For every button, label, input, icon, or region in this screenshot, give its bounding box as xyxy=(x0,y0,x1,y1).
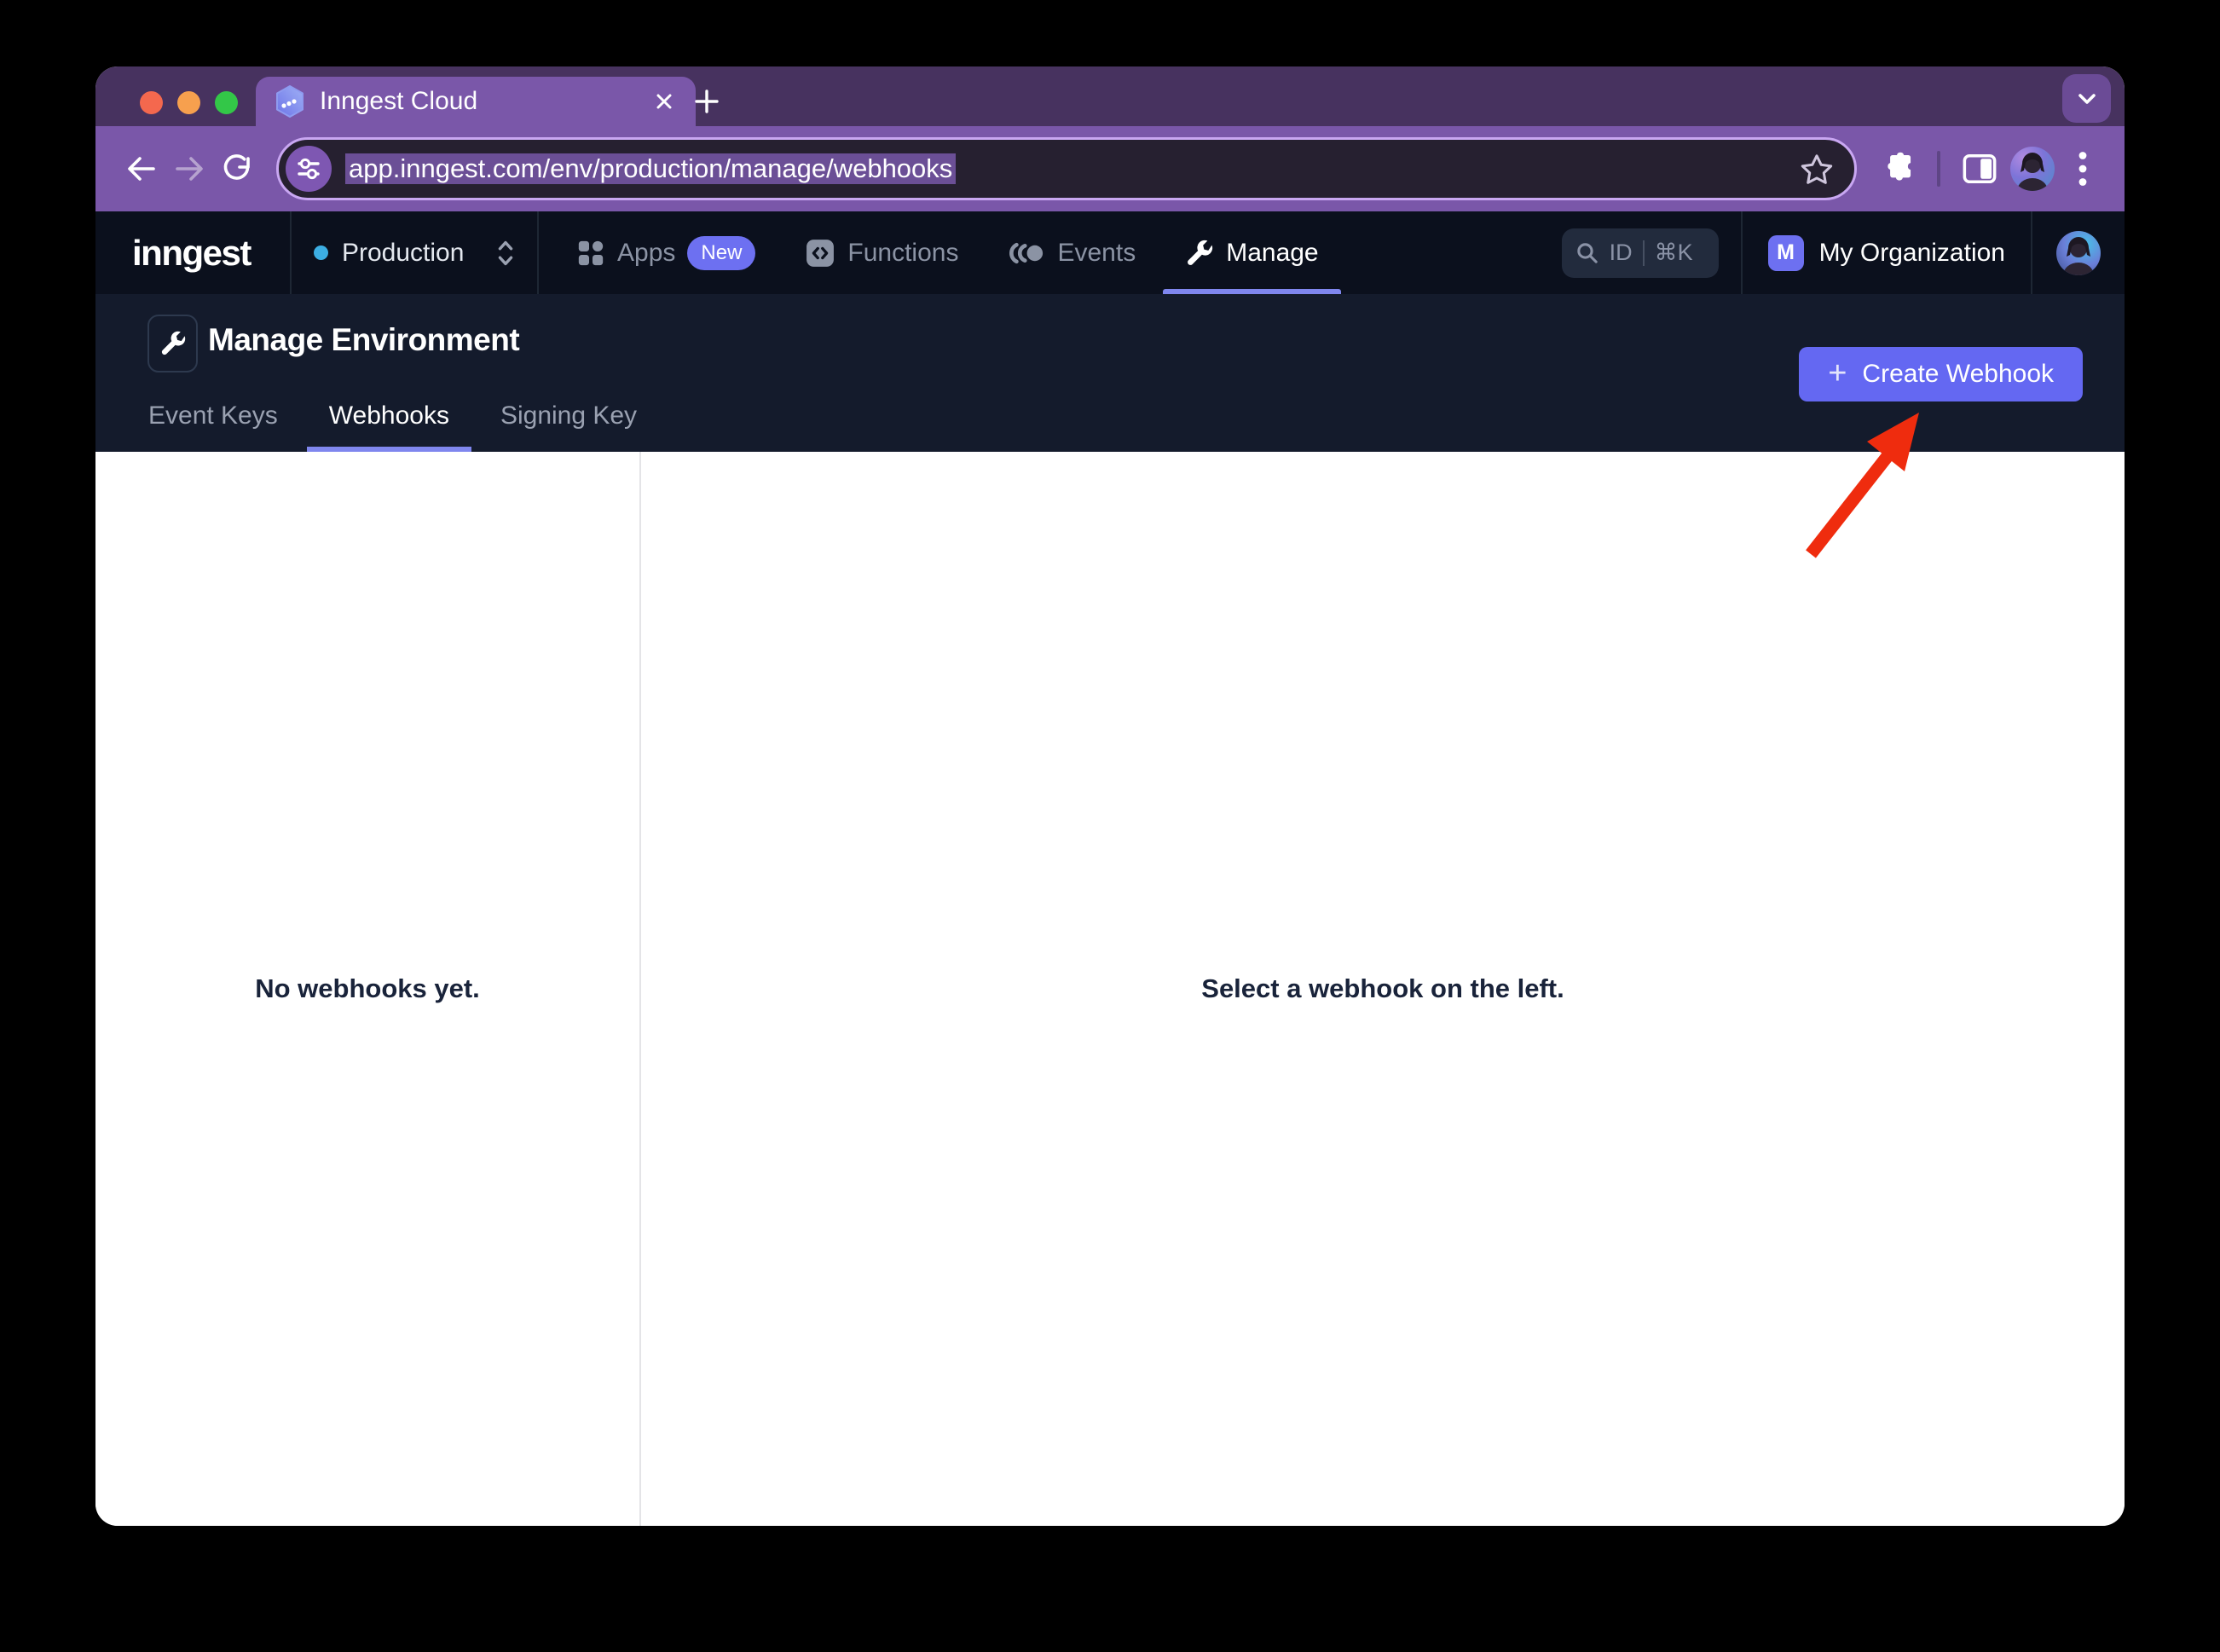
search-divider xyxy=(1643,240,1645,266)
tab-search-chevron-button[interactable] xyxy=(2062,74,2111,123)
browser-profile-avatar[interactable] xyxy=(2010,147,2055,191)
organization-switcher[interactable]: M My Organization xyxy=(1743,211,2031,294)
nav-item-manage[interactable]: Manage xyxy=(1185,211,1318,294)
organization-name: My Organization xyxy=(1819,239,2005,268)
logo-section: inngest xyxy=(95,211,290,294)
browser-tab[interactable]: Inngest Cloud xyxy=(256,77,696,126)
environment-name: Production xyxy=(342,239,483,268)
user-avatar[interactable] xyxy=(2056,231,2101,275)
close-tab-icon[interactable] xyxy=(651,89,677,114)
bookmark-star-icon[interactable] xyxy=(1798,150,1836,188)
back-button[interactable] xyxy=(118,145,165,193)
webhooks-list-panel: No webhooks yet. xyxy=(95,452,641,1526)
url-selected-text: app.inngest.com/env/production/manage/we… xyxy=(345,153,956,184)
webhooks-empty-message: No webhooks yet. xyxy=(255,973,480,1004)
page-title: Manage Environment xyxy=(208,322,519,358)
minimize-window-button[interactable] xyxy=(177,91,200,114)
side-panel-icon[interactable] xyxy=(1957,147,2002,191)
search-icon xyxy=(1575,241,1599,265)
organization-badge: M xyxy=(1768,235,1804,271)
nav-item-functions[interactable]: Functions xyxy=(805,211,958,294)
functions-code-icon xyxy=(805,238,835,269)
browser-tab-strip: Inngest Cloud xyxy=(95,66,2125,126)
extensions-puzzle-icon[interactable] xyxy=(1876,147,1920,191)
nav-item-events[interactable]: Events xyxy=(1008,211,1136,294)
site-settings-icon[interactable] xyxy=(286,146,332,192)
browser-toolbar: app.inngest.com/env/production/manage/we… xyxy=(95,126,2125,211)
apps-grid-icon xyxy=(576,239,605,268)
new-tab-button[interactable] xyxy=(684,78,730,124)
nav-item-label: Apps xyxy=(617,239,675,268)
favicon-inngest-icon xyxy=(275,85,305,118)
toolbar-divider xyxy=(1937,151,1940,187)
forward-button[interactable] xyxy=(165,145,213,193)
url-bar[interactable]: app.inngest.com/env/production/manage/we… xyxy=(276,137,1857,200)
tab-event-keys[interactable]: Event Keys xyxy=(126,384,300,452)
zoom-window-button[interactable] xyxy=(215,91,238,114)
environment-chevrons-icon xyxy=(496,239,515,268)
reload-button[interactable] xyxy=(213,145,261,193)
url-text[interactable]: app.inngest.com/env/production/manage/we… xyxy=(345,153,956,184)
browser-window: Inngest Cloud xyxy=(95,66,2125,1526)
new-badge: New xyxy=(687,236,755,270)
plus-icon: + xyxy=(1828,357,1847,390)
screenshot-stage: Inngest Cloud xyxy=(0,0,2220,1652)
nav-item-label: Manage xyxy=(1226,239,1318,268)
nav-item-apps[interactable]: Apps New xyxy=(576,211,755,294)
toolbar-right-cluster xyxy=(1876,147,2102,191)
search-shortcut-label: ⌘K xyxy=(1655,240,1693,266)
search-shortcut-button[interactable]: ID ⌘K xyxy=(1562,228,1719,278)
app-navbar: inngest Production xyxy=(95,211,2125,294)
manage-wrench-icon xyxy=(1185,239,1214,268)
tab-title: Inngest Cloud xyxy=(320,87,637,116)
manage-environment-header: Manage Environment Event Keys Webhooks S… xyxy=(95,294,2125,452)
environment-wrench-icon xyxy=(147,315,198,373)
close-window-button[interactable] xyxy=(140,91,163,114)
nav-item-label: Functions xyxy=(847,239,958,268)
webhook-detail-panel: Select a webhook on the left. xyxy=(641,452,2125,1526)
window-controls xyxy=(140,91,238,114)
webhooks-content: No webhooks yet. Select a webhook on the… xyxy=(95,452,2125,1526)
browser-menu-icon[interactable] xyxy=(2063,147,2102,191)
nav-items: Apps New Functions xyxy=(539,211,1562,294)
environment-selector[interactable]: Production xyxy=(292,211,537,294)
tab-signing-key[interactable]: Signing Key xyxy=(478,384,659,452)
inngest-logo[interactable]: inngest xyxy=(132,233,251,274)
user-section xyxy=(2032,211,2125,294)
select-webhook-message: Select a webhook on the left. xyxy=(1201,973,1564,1004)
events-ripple-icon xyxy=(1008,240,1045,266)
search-id-label: ID xyxy=(1610,240,1633,266)
nav-item-label: Events xyxy=(1057,239,1136,268)
create-webhook-button[interactable]: + Create Webhook xyxy=(1799,347,2083,401)
environment-status-dot xyxy=(314,245,328,260)
tab-webhooks[interactable]: Webhooks xyxy=(307,384,471,452)
create-webhook-label: Create Webhook xyxy=(1862,360,2054,389)
page-tabs: Event Keys Webhooks Signing Key xyxy=(126,384,666,452)
search-section: ID ⌘K xyxy=(1562,211,1741,294)
